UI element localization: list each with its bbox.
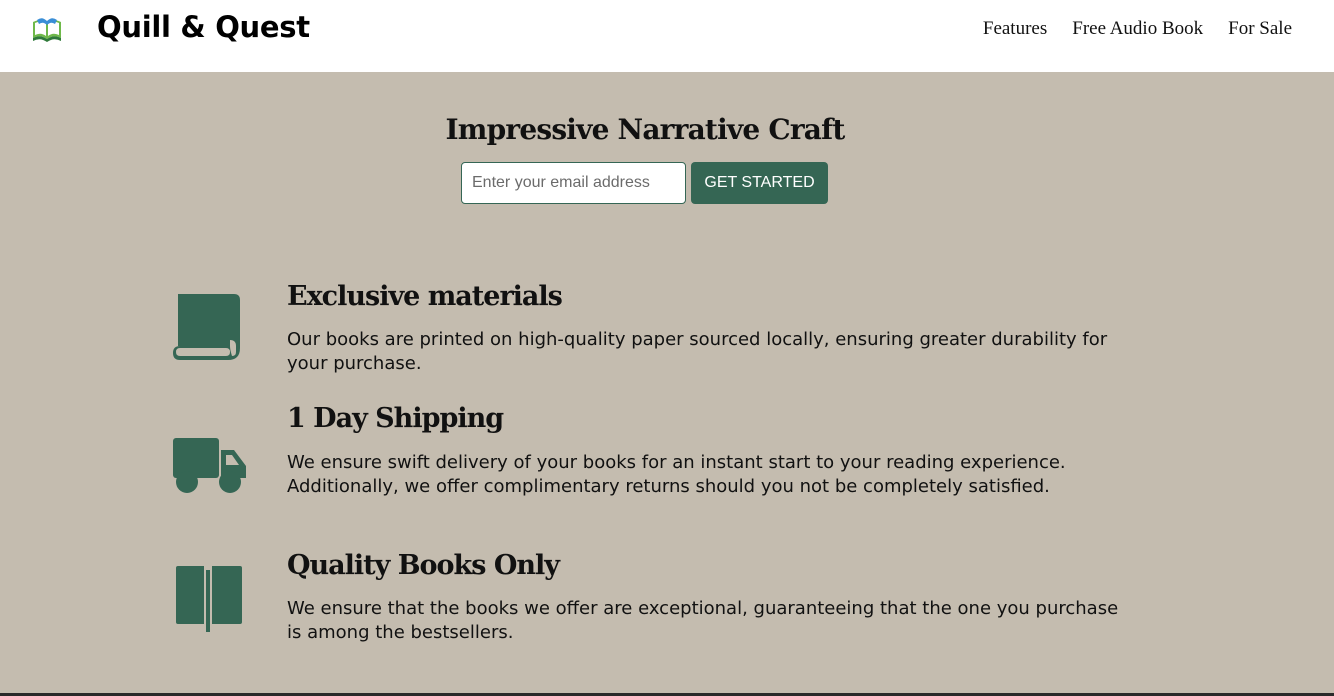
hero-title: Impressive Narrative Craft (445, 113, 845, 146)
email-input[interactable] (461, 162, 686, 204)
feature-title: Quality Books Only (287, 550, 560, 581)
main-nav: Features Free Audio Book For Sale (983, 18, 1292, 40)
nav-link-features[interactable]: Features (983, 18, 1047, 40)
logo-icon[interactable] (31, 16, 63, 44)
nav-link-for-sale[interactable]: For Sale (1228, 18, 1292, 40)
site-header: Quill & Quest Features Free Audio Book F… (0, 0, 1334, 72)
brand-name[interactable]: Quill & Quest (97, 10, 310, 44)
get-started-button[interactable]: GET STARTED (691, 162, 828, 204)
nav-link-free-audio-book[interactable]: Free Audio Book (1072, 18, 1203, 40)
feature-text: We ensure swift delivery of your books f… (287, 452, 1066, 497)
truck-icon (173, 438, 246, 493)
scroll-book-icon (173, 294, 240, 360)
feature-title: 1 Day Shipping (287, 403, 504, 434)
open-book-icon (176, 566, 242, 632)
feature-title: Exclusive materials (287, 281, 563, 312)
feature-text: Our books are printed on high-quality pa… (287, 329, 1108, 374)
feature-text: We ensure that the books we offer are ex… (287, 598, 1119, 643)
